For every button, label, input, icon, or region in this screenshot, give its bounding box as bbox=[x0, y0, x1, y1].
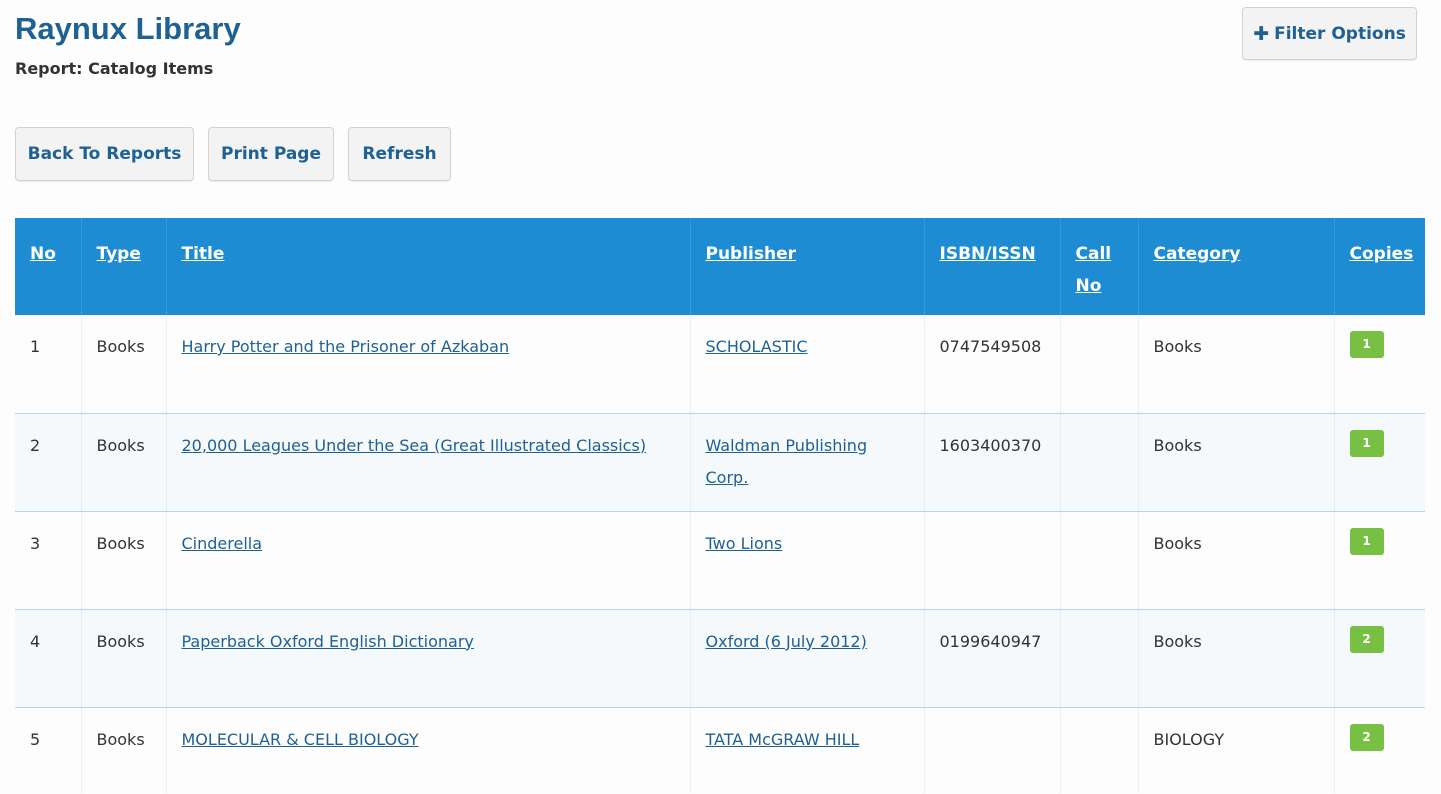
back-to-reports-button[interactable]: Back To Reports bbox=[15, 127, 194, 181]
title-link[interactable]: Cinderella bbox=[182, 534, 263, 553]
column-header-type[interactable]: Type bbox=[80, 218, 166, 315]
table-header-row: No Type Title Publisher ISBN/ISSN Call N… bbox=[15, 218, 1425, 315]
cell-isbn: 1603400370 bbox=[923, 413, 1060, 511]
cell-type: Books bbox=[80, 609, 166, 707]
page: Raynux Library Report: Catalog Items ✚ F… bbox=[0, 0, 1441, 794]
cell-call-no bbox=[1059, 609, 1138, 707]
publisher-link[interactable]: SCHOLASTIC bbox=[706, 337, 808, 356]
cell-type: Books bbox=[80, 413, 166, 511]
cell-category: Books bbox=[1137, 315, 1334, 413]
cell-publisher: TATA McGRAW HILL bbox=[689, 707, 924, 794]
cell-publisher: Two Lions bbox=[689, 511, 924, 609]
cell-copies: 2 bbox=[1333, 609, 1425, 707]
cell-copies: 2 bbox=[1333, 707, 1425, 794]
copies-badge: 1 bbox=[1349, 429, 1384, 457]
column-header-isbn[interactable]: ISBN/ISSN bbox=[923, 218, 1060, 315]
copies-badge: 2 bbox=[1349, 625, 1384, 653]
table-row: 5 Books MOLECULAR & CELL BIOLOGY TATA Mc… bbox=[15, 707, 1425, 794]
title-link[interactable]: Paperback Oxford English Dictionary bbox=[182, 632, 474, 651]
cell-title: Paperback Oxford English Dictionary bbox=[165, 609, 690, 707]
cell-copies: 1 bbox=[1333, 315, 1425, 413]
app-title: Raynux Library bbox=[15, 11, 241, 46]
cell-isbn: 0747549508 bbox=[923, 315, 1060, 413]
cell-title: Cinderella bbox=[165, 511, 690, 609]
cell-title: Harry Potter and the Prisoner of Azkaban bbox=[165, 315, 690, 413]
cell-no: 2 bbox=[30, 435, 41, 455]
cell-isbn bbox=[923, 511, 1060, 609]
cell-publisher: Oxford (6 July 2012) bbox=[689, 609, 924, 707]
cell-copies: 1 bbox=[1333, 413, 1425, 511]
publisher-link[interactable]: Waldman Publishing Corp. bbox=[706, 436, 868, 487]
filter-options-label: Filter Options bbox=[1274, 23, 1406, 44]
cell-title: 20,000 Leagues Under the Sea (Great Illu… bbox=[165, 413, 690, 511]
refresh-button[interactable]: Refresh bbox=[348, 127, 451, 181]
back-to-reports-label: Back To Reports bbox=[27, 144, 182, 164]
cell-call-no bbox=[1059, 707, 1138, 794]
publisher-link[interactable]: Two Lions bbox=[706, 534, 783, 553]
copies-badge: 1 bbox=[1349, 331, 1384, 358]
cell-copies: 1 bbox=[1333, 511, 1425, 609]
cell-title: MOLECULAR & CELL BIOLOGY bbox=[165, 707, 690, 794]
cell-type: Books bbox=[80, 315, 166, 413]
publisher-link[interactable]: TATA McGRAW HILL bbox=[706, 730, 860, 749]
publisher-link[interactable]: Oxford (6 July 2012) bbox=[706, 632, 867, 651]
cell-category: Books bbox=[1137, 413, 1334, 511]
cell-publisher: SCHOLASTIC bbox=[689, 315, 924, 413]
cell-category: Books bbox=[1137, 609, 1334, 707]
table-row: 3 Books Cinderella Two Lions Books 1 bbox=[15, 511, 1425, 609]
cell-call-no bbox=[1059, 315, 1138, 413]
cell-no: 3 bbox=[30, 533, 41, 553]
column-header-no[interactable]: No bbox=[15, 218, 81, 315]
refresh-label: Refresh bbox=[362, 144, 437, 164]
catalog-table: No Type Title Publisher ISBN/ISSN Call N… bbox=[15, 218, 1425, 794]
cell-publisher: Waldman Publishing Corp. bbox=[689, 413, 924, 511]
cell-call-no bbox=[1059, 413, 1138, 511]
title-link[interactable]: 20,000 Leagues Under the Sea (Great Illu… bbox=[182, 436, 647, 455]
column-header-title[interactable]: Title bbox=[165, 218, 690, 315]
print-page-label: Print Page bbox=[221, 144, 321, 164]
cell-category: Books bbox=[1137, 511, 1334, 609]
table-row: 1 Books Harry Potter and the Prisoner of… bbox=[15, 315, 1425, 413]
table-row: 4 Books Paperback Oxford English Diction… bbox=[15, 609, 1425, 707]
cell-isbn: 0199640947 bbox=[923, 609, 1060, 707]
title-link[interactable]: Harry Potter and the Prisoner of Azkaban bbox=[182, 337, 510, 356]
copies-badge: 1 bbox=[1349, 527, 1384, 555]
title-link[interactable]: MOLECULAR & CELL BIOLOGY bbox=[182, 730, 419, 749]
column-header-copies[interactable]: Copies bbox=[1333, 218, 1425, 315]
table-row: 2 Books 20,000 Leagues Under the Sea (Gr… bbox=[15, 413, 1425, 511]
print-page-button[interactable]: Print Page bbox=[208, 127, 334, 181]
plus-icon: ✚ bbox=[1253, 22, 1270, 45]
cell-no: 1 bbox=[30, 337, 41, 356]
cell-type: Books bbox=[80, 511, 166, 609]
copies-badge: 2 bbox=[1349, 723, 1384, 751]
cell-no: 5 bbox=[30, 729, 41, 749]
column-header-category[interactable]: Category bbox=[1137, 218, 1334, 315]
column-header-call-no[interactable]: Call No bbox=[1059, 218, 1138, 315]
filter-options-button[interactable]: ✚ Filter Options bbox=[1242, 7, 1417, 60]
cell-category: BIOLOGY bbox=[1137, 707, 1334, 794]
cell-call-no bbox=[1059, 511, 1138, 609]
cell-isbn bbox=[923, 707, 1060, 794]
report-subtitle: Report: Catalog Items bbox=[15, 59, 214, 78]
column-header-publisher[interactable]: Publisher bbox=[689, 218, 924, 315]
cell-no: 4 bbox=[30, 631, 41, 651]
cell-type: Books bbox=[80, 707, 166, 794]
